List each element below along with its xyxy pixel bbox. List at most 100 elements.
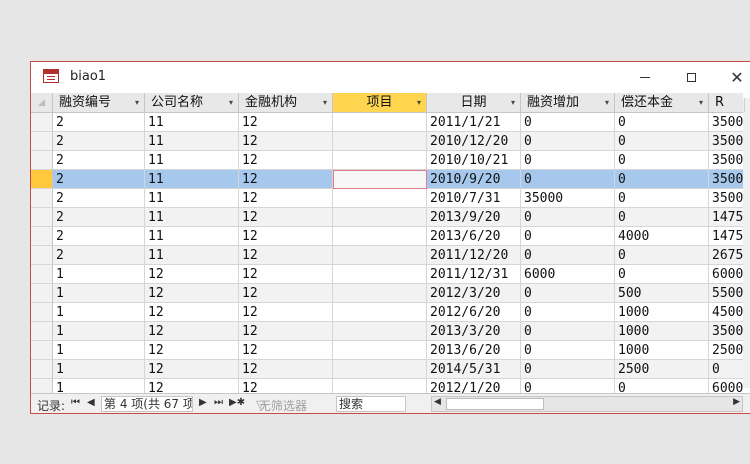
table-cell[interactable]: 12 <box>145 341 239 360</box>
table-cell[interactable] <box>333 360 427 379</box>
table-cell[interactable]: 2013/6/20 <box>427 227 521 246</box>
table-cell[interactable]: 2010/9/20 <box>427 170 521 189</box>
record-selector[interactable] <box>31 341 53 360</box>
table-cell[interactable]: 11 <box>145 132 239 151</box>
table-cell[interactable]: 2 <box>53 208 145 227</box>
table-cell[interactable]: 12 <box>239 227 333 246</box>
table-cell[interactable]: 12 <box>239 208 333 227</box>
table-cell[interactable]: 500 <box>615 284 709 303</box>
table-cell[interactable]: 4500 <box>709 303 743 322</box>
table-cell[interactable]: 0 <box>521 208 615 227</box>
table-cell[interactable]: 2013/6/20 <box>427 341 521 360</box>
current-record-field[interactable]: 第 4 项(共 67 项 <box>101 396 193 412</box>
dropdown-arrow-icon[interactable]: ▾ <box>511 93 515 112</box>
table-row[interactable]: 2 11 12 2013/6/20 0 4000 1475 <box>31 227 743 246</box>
table-cell[interactable]: 2 <box>53 151 145 170</box>
table-cell[interactable] <box>333 170 427 189</box>
table-cell[interactable]: 6000 <box>709 265 743 284</box>
scroll-thumb[interactable] <box>446 398 544 410</box>
table-cell[interactable]: 2012/1/20 <box>427 379 521 393</box>
table-row[interactable]: 2 11 12 2011/12/20 0 0 2675 <box>31 246 743 265</box>
table-cell[interactable]: 1 <box>53 322 145 341</box>
select-all-corner[interactable] <box>31 93 53 112</box>
table-row[interactable]: 1 12 12 2012/1/20 0 0 6000 <box>31 379 743 393</box>
table-cell[interactable]: 3500 <box>709 170 743 189</box>
record-selector[interactable] <box>31 379 53 393</box>
table-cell[interactable]: 0 <box>521 360 615 379</box>
table-cell[interactable]: 3500 <box>709 322 743 341</box>
table-cell[interactable]: 12 <box>239 170 333 189</box>
table-cell[interactable]: 12 <box>239 265 333 284</box>
minimize-button[interactable] <box>622 62 668 93</box>
record-selector[interactable] <box>31 227 53 246</box>
table-row[interactable]: 2 11 12 2013/9/20 0 0 1475 <box>31 208 743 227</box>
table-cell[interactable]: 2013/9/20 <box>427 208 521 227</box>
column-header-8[interactable]: R <box>709 93 743 112</box>
table-row[interactable]: 2 11 12 2011/1/21 0 0 3500 <box>31 113 743 132</box>
horizontal-scrollbar[interactable]: ◀ ▶ <box>431 396 743 412</box>
table-cell[interactable]: 0 <box>615 379 709 393</box>
table-cell[interactable]: 12 <box>239 246 333 265</box>
record-selector[interactable] <box>31 151 53 170</box>
record-selector[interactable] <box>31 132 53 151</box>
record-selector[interactable] <box>31 322 53 341</box>
table-cell[interactable]: 0 <box>521 113 615 132</box>
scroll-up-button[interactable] <box>744 98 750 112</box>
record-selector[interactable] <box>31 265 53 284</box>
table-row[interactable]: 1 12 12 2012/3/20 0 500 5500 <box>31 284 743 303</box>
vertical-scrollbar[interactable] <box>743 98 750 388</box>
column-header-1[interactable]: 融资编号 ▾ <box>53 93 145 112</box>
table-cell[interactable]: 3500 <box>709 189 743 208</box>
table-cell[interactable]: 2 <box>53 170 145 189</box>
table-cell[interactable]: 2013/3/20 <box>427 322 521 341</box>
table-cell[interactable]: 0 <box>709 360 743 379</box>
table-cell[interactable] <box>333 208 427 227</box>
record-selector[interactable] <box>31 284 53 303</box>
table-cell[interactable]: 1475 <box>709 227 743 246</box>
table-cell[interactable]: 11 <box>145 227 239 246</box>
table-cell[interactable]: 0 <box>615 151 709 170</box>
table-cell[interactable]: 1 <box>53 265 145 284</box>
table-cell[interactable] <box>333 303 427 322</box>
table-cell[interactable]: 11 <box>145 189 239 208</box>
table-cell[interactable]: 0 <box>521 246 615 265</box>
record-selector[interactable] <box>31 303 53 322</box>
column-header-3[interactable]: 金融机构 ▾ <box>239 93 333 112</box>
table-cell[interactable]: 0 <box>615 132 709 151</box>
table-cell[interactable]: 2010/10/21 <box>427 151 521 170</box>
dropdown-arrow-icon[interactable]: ▾ <box>135 93 139 112</box>
table-cell[interactable]: 2010/7/31 <box>427 189 521 208</box>
table-cell[interactable]: 12 <box>239 303 333 322</box>
table-cell[interactable]: 12 <box>239 132 333 151</box>
table-cell[interactable]: 1000 <box>615 341 709 360</box>
table-cell[interactable]: 12 <box>239 189 333 208</box>
dropdown-arrow-icon[interactable]: ▾ <box>699 93 703 112</box>
table-cell[interactable]: 12 <box>239 379 333 393</box>
table-cell[interactable]: 3500 <box>709 113 743 132</box>
table-cell[interactable]: 11 <box>145 170 239 189</box>
record-selector[interactable] <box>31 246 53 265</box>
no-filter-indicator[interactable]: 无筛选器 <box>259 397 307 413</box>
table-cell[interactable]: 0 <box>521 303 615 322</box>
table-cell[interactable] <box>333 113 427 132</box>
maximize-button[interactable] <box>668 62 714 93</box>
table-cell[interactable]: 0 <box>521 322 615 341</box>
table-cell[interactable] <box>333 132 427 151</box>
table-cell[interactable]: 3500 <box>709 151 743 170</box>
table-cell[interactable]: 2010/12/20 <box>427 132 521 151</box>
column-header-6[interactable]: 融资增加 ▾ <box>521 93 615 112</box>
scroll-left-icon[interactable]: ◀ <box>434 397 441 407</box>
table-cell[interactable]: 0 <box>521 170 615 189</box>
table-cell[interactable]: 12 <box>145 322 239 341</box>
table-cell[interactable]: 0 <box>521 341 615 360</box>
table-cell[interactable]: 12 <box>239 322 333 341</box>
record-selector[interactable] <box>31 208 53 227</box>
table-cell[interactable]: 0 <box>615 113 709 132</box>
table-cell[interactable]: 12 <box>239 284 333 303</box>
table-cell[interactable]: 2014/5/31 <box>427 360 521 379</box>
table-row[interactable]: 2 11 12 2010/10/21 0 0 3500 <box>31 151 743 170</box>
table-cell[interactable]: 2 <box>53 246 145 265</box>
table-cell[interactable]: 0 <box>521 284 615 303</box>
table-row[interactable]: 2 11 12 2010/7/31 35000 0 3500 <box>31 189 743 208</box>
title-bar[interactable]: biao1 ✕ <box>31 62 750 93</box>
